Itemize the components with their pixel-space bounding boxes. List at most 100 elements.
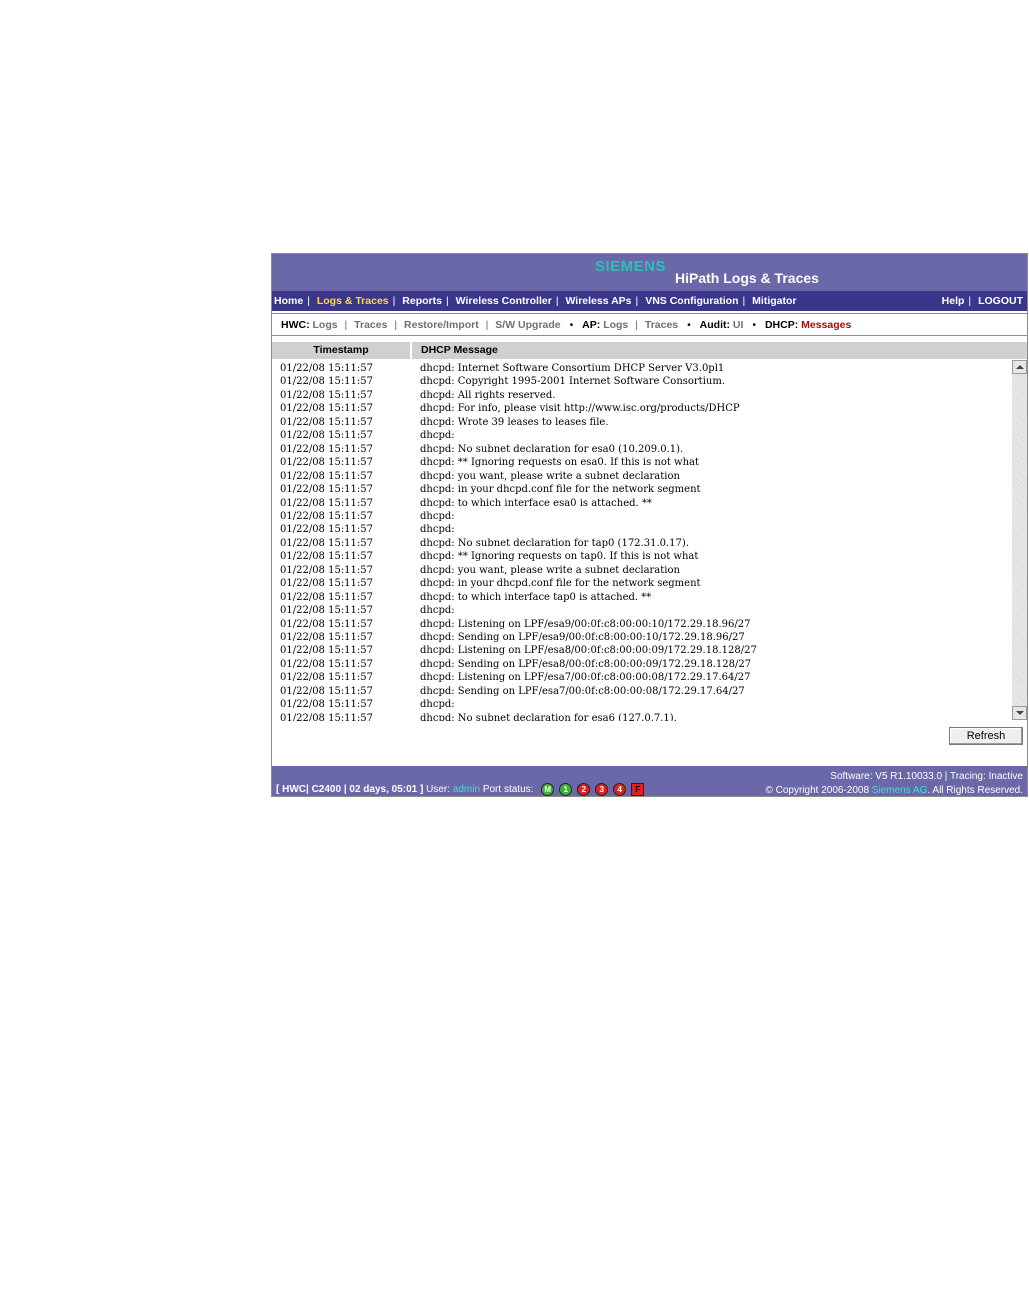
log-row: 01/22/08 15:11:57 dhcpd: you want, please… (280, 564, 680, 577)
nav-wireless-controller[interactable]: Wireless Controller (456, 295, 552, 307)
log-row: 01/22/08 15:11:57 dhcpd: (280, 604, 455, 617)
company-link[interactable]: Siemens AG (872, 785, 928, 796)
nav-logout[interactable]: LOGOUT (978, 295, 1023, 307)
log-timestamp: 01/22/08 15:11:57 (280, 632, 374, 643)
user-name: admin (452, 784, 481, 796)
log-message: dhcpd: in your dhcpd.conf file for the n… (420, 484, 701, 496)
column-header-dhcp-message: DHCP Message (421, 344, 498, 356)
log-table-header: Timestamp DHCP Message (272, 342, 1027, 359)
log-row: 01/22/08 15:11:57 dhcpd: No subnet declar… (280, 537, 689, 550)
vertical-scrollbar[interactable] (1012, 360, 1027, 720)
nav-mitigator[interactable]: Mitigator (752, 295, 796, 307)
log-timestamp: 01/22/08 15:11:57 (280, 551, 374, 563)
log-row: 01/22/08 15:11:57 dhcpd: (280, 523, 455, 536)
subnav-hwc-restore-import[interactable]: Restore/Import (404, 319, 479, 331)
log-row: 01/22/08 15:11:57 dhcpd: Sending on LPF/e… (280, 631, 745, 644)
log-timestamp: 01/22/08 15:11:57 (280, 618, 374, 630)
log-row: 01/22/08 15:11:57 dhcpd: to which interfa… (280, 497, 652, 510)
log-row: 01/22/08 15:11:57 dhcpd: in your dhcpd.co… (280, 483, 701, 496)
divider (272, 335, 1027, 336)
subnav-audit-label: Audit: (699, 319, 730, 331)
log-row: 01/22/08 15:11:57 dhcpd: Listening on LPF… (280, 618, 750, 631)
log-message: dhcpd: Listening on LPF/esa7/00:0f:c8:00… (420, 672, 751, 684)
log-message: dhcpd: No subnet declaration for esa6 (1… (420, 712, 677, 721)
footer-info: Software: V5 R1.10033.0 | Tracing: Inact… (765, 770, 1023, 796)
nav-help[interactable]: Help (942, 295, 965, 307)
main-nav: Home | Logs & Traces | Reports | Wireless C… (272, 291, 1027, 311)
log-message: dhcpd: Internet Software Consortium DHCP… (420, 363, 725, 374)
log-timestamp: 01/22/08 15:11:57 (280, 510, 374, 522)
log-message: dhcpd: No subnet declaration for esa0 (1… (420, 443, 684, 455)
subnav-hwc-logs[interactable]: Logs (313, 319, 338, 331)
port-status-indicators: M1234F (536, 783, 645, 796)
log-timestamp: 01/22/08 15:11:57 (280, 484, 374, 496)
log-message: dhcpd: you want, please write a subnet d… (420, 470, 680, 482)
log-timestamp: 01/22/08 15:11:57 (280, 591, 374, 603)
port-status-icon: M (541, 783, 555, 796)
log-row: 01/22/08 15:11:57 dhcpd: (280, 510, 455, 523)
subnav-audit-ui[interactable]: UI (733, 319, 744, 331)
scroll-down-button[interactable] (1012, 706, 1027, 720)
refresh-button[interactable]: Refresh (949, 727, 1023, 745)
log-message: dhcpd: (420, 430, 455, 442)
port-status-icon: 4 (613, 783, 627, 796)
log-timestamp: 01/22/08 15:11:57 (280, 457, 374, 469)
log-timestamp: 01/22/08 15:11:57 (280, 712, 374, 721)
log-timestamp: 01/22/08 15:11:57 (280, 537, 374, 549)
copyright-prefix: © Copyright 2006-2008 (765, 785, 870, 796)
log-timestamp: 01/22/08 15:11:57 (280, 497, 374, 509)
scroll-up-button[interactable] (1012, 360, 1027, 374)
port-status-label: Port status: (482, 784, 534, 796)
log-timestamp: 01/22/08 15:11:57 (280, 524, 374, 536)
log-message: dhcpd: For info, please visit http://www… (420, 403, 740, 415)
log-timestamp: 01/22/08 15:11:57 (280, 578, 374, 590)
nav-home[interactable]: Home (274, 295, 303, 307)
log-row: 01/22/08 15:11:57 dhcpd: Sending on LPF/e… (280, 658, 751, 671)
log-message: dhcpd: Sending on LPF/esa9/00:0f:c8:00:0… (420, 632, 745, 643)
arrow-down-icon (1016, 711, 1024, 715)
log-timestamp: 01/22/08 15:11:57 (280, 672, 374, 684)
log-timestamp: 01/22/08 15:11:57 (280, 685, 374, 697)
log-row: 01/22/08 15:11:57 dhcpd: to which interfa… (280, 591, 651, 604)
main-nav-right: Help | LOGOUT (941, 295, 1023, 307)
log-row: 01/22/08 15:11:57 dhcpd: Listening on LPF… (280, 644, 757, 657)
subnav-dhcp-messages[interactable]: Messages (801, 319, 851, 331)
nav-wireless-aps[interactable]: Wireless APs (565, 295, 631, 307)
nav-logs-traces[interactable]: Logs & Traces (317, 295, 389, 307)
subnav-ap-traces[interactable]: Traces (645, 319, 678, 331)
sub-nav: HWC: Logs | Traces | Restore/Import | S/… (281, 319, 852, 331)
software-version: Software: V5 R1.10033.0 | Tracing: Inact… (830, 771, 1023, 782)
log-row: 01/22/08 15:11:57 dhcpd: ** Ignoring requ… (280, 550, 698, 563)
header-banner: SIEMENS HiPath Logs & Traces (272, 254, 1027, 291)
copyright: © Copyright 2006-2008 Siemens AG. All Ri… (765, 784, 1023, 796)
log-timestamp: 01/22/08 15:11:57 (280, 645, 374, 657)
log-message: dhcpd: (420, 524, 455, 536)
port-status-icon: 2 (577, 783, 591, 796)
log-timestamp: 01/22/08 15:11:57 (280, 403, 374, 415)
log-timestamp: 01/22/08 15:11:57 (280, 416, 374, 428)
log-row: 01/22/08 15:11:57 dhcpd: Internet Softwar… (280, 362, 724, 375)
log-timestamp: 01/22/08 15:11:57 (280, 470, 374, 482)
log-row: 01/22/08 15:11:57 dhcpd: you want, please… (280, 470, 680, 483)
log-row: 01/22/08 15:11:57 dhcpd: in your dhcpd.co… (280, 577, 701, 590)
log-row: 01/22/08 15:11:57 dhcpd: (280, 698, 455, 711)
siemens-logo: SIEMENS (595, 258, 667, 275)
log-message: dhcpd: No subnet declaration for tap0 (1… (420, 537, 689, 549)
log-timestamp: 01/22/08 15:11:57 (280, 605, 374, 617)
log-message: dhcpd: in your dhcpd.conf file for the n… (420, 578, 701, 590)
nav-vns-configuration[interactable]: VNS Configuration (645, 295, 738, 307)
arrow-up-icon (1016, 365, 1024, 369)
log-timestamp: 01/22/08 15:11:57 (280, 564, 374, 576)
log-timestamp: 01/22/08 15:11:57 (280, 389, 374, 401)
subnav-hwc-traces[interactable]: Traces (354, 319, 387, 331)
subnav-dhcp-label: DHCP: (764, 319, 799, 331)
subnav-hwc-sw-upgrade[interactable]: S/W Upgrade (495, 319, 560, 331)
log-message: dhcpd: (420, 699, 455, 711)
log-list[interactable]: 01/22/08 15:11:57 dhcpd: Internet Softwar… (272, 359, 1012, 721)
nav-reports[interactable]: Reports (402, 295, 442, 307)
log-row: 01/22/08 15:11:57 dhcpd: Copyright 1995-2… (280, 375, 725, 388)
subnav-ap-logs[interactable]: Logs (603, 319, 628, 331)
log-row: 01/22/08 15:11:57 dhcpd: For info, please… (280, 402, 740, 415)
port-status-icon: 3 (595, 783, 609, 796)
app-window: SIEMENS HiPath Logs & Traces Home | Logs … (271, 253, 1028, 797)
